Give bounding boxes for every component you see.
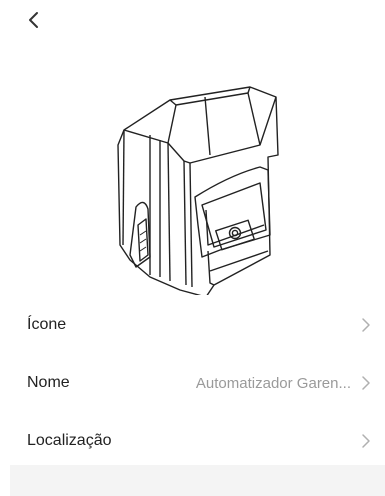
gate-motor-image [117, 86, 279, 295]
back-button[interactable] [22, 8, 46, 32]
row-value: Automatizador Garen... [195, 374, 351, 392]
settings-row-name[interactable]: Nome Automatizador Garen... [0, 355, 385, 411]
bottom-panel [10, 465, 385, 496]
settings-row-icon[interactable]: Ícone [0, 297, 385, 353]
top-bar [0, 0, 385, 44]
chevron-right-icon [362, 318, 370, 332]
row-label: Nome [27, 374, 70, 391]
chevron-left-icon [29, 12, 38, 28]
settings-row-location[interactable]: Localização [0, 413, 385, 469]
chevron-right-icon [362, 434, 370, 448]
chevron-right-icon [362, 376, 370, 390]
row-label: Localização [27, 432, 112, 449]
row-label: Ícone [27, 316, 67, 333]
